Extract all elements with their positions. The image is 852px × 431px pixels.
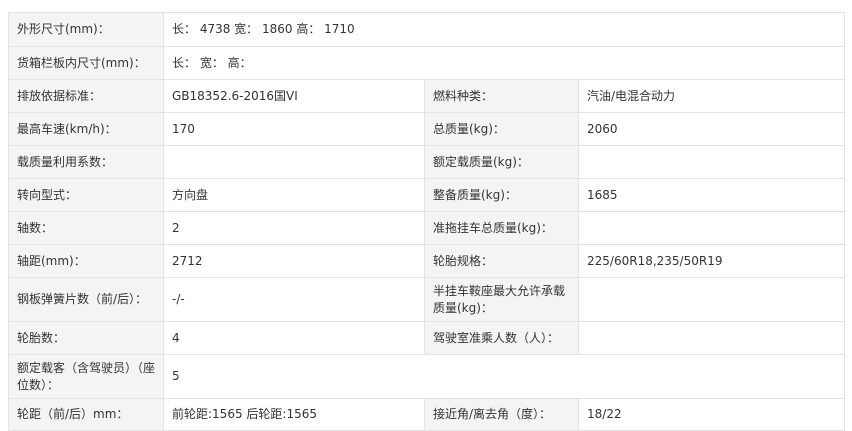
spec-value-max-speed: 170 bbox=[163, 112, 425, 146]
spec-label-rated-load: 额定载质量(kg)： bbox=[424, 145, 579, 179]
spec-value-fuel-type: 汽油/电混合动力 bbox=[577, 79, 846, 113]
spec-label-trailer-mass: 准拖挂车总质量(kg)： bbox=[424, 211, 579, 245]
spec-label-approach-departure: 接近角/离去角（度）： bbox=[424, 398, 579, 431]
spec-value-steering: 方向盘 bbox=[163, 178, 425, 212]
spec-label-track-width: 轮距（前/后）mm： bbox=[8, 398, 164, 431]
table-row: 轴距(mm)： 2712 轮胎规格： 225/60R18,235/50R19 bbox=[8, 244, 846, 278]
spec-value-approach-departure: 18/22 bbox=[577, 398, 846, 431]
spec-value-cab-occupants bbox=[577, 321, 846, 355]
table-row: 轴数： 2 准拖挂车总质量(kg)： bbox=[8, 211, 846, 245]
spec-value-saddle-load bbox=[577, 277, 846, 322]
table-row: 额定载客（含驾驶员）（座位数）： 5 bbox=[8, 354, 846, 399]
table-row: 最高车速(km/h)： 170 总质量(kg)： 2060 bbox=[8, 112, 846, 146]
spec-value-cargo-box: 长： 宽： 高： bbox=[162, 46, 846, 80]
spec-label-axles: 轴数： bbox=[8, 211, 164, 245]
spec-label-emission-standard: 排放依据标准： bbox=[8, 79, 164, 113]
table-row: 载质量利用系数： 额定载质量(kg)： bbox=[8, 145, 846, 179]
spec-label-tire-spec: 轮胎规格： bbox=[424, 244, 579, 278]
table-row: 轮胎数： 4 驾驶室准乘人数（人）： bbox=[8, 321, 846, 355]
spec-label-wheelbase: 轴距(mm)： bbox=[8, 244, 164, 278]
spec-label-max-speed: 最高车速(km/h)： bbox=[8, 112, 164, 146]
spec-value-curb-mass: 1685 bbox=[577, 178, 846, 212]
spec-label-cargo-box: 货箱栏板内尺寸(mm)： bbox=[8, 46, 164, 80]
table-row: 外形尺寸(mm)： 长： 4738 宽： 1860 高： 1710 bbox=[8, 12, 846, 47]
spec-label-seats: 额定载客（含驾驶员）（座位数）： bbox=[8, 354, 164, 399]
table-row: 钢板弹簧片数（前/后）： -/- 半挂车鞍座最大允许承载质量(kg)： bbox=[8, 277, 846, 322]
spec-label-total-mass: 总质量(kg)： bbox=[424, 112, 579, 146]
spec-value-rated-load bbox=[577, 145, 846, 179]
spec-label-cab-occupants: 驾驶室准乘人数（人）： bbox=[424, 321, 579, 355]
spec-value-load-utilization bbox=[163, 145, 425, 179]
spec-label-leaf-springs: 钢板弹簧片数（前/后）： bbox=[8, 277, 164, 322]
table-row: 货箱栏板内尺寸(mm)： 长： 宽： 高： bbox=[8, 46, 846, 80]
spec-label-saddle-load: 半挂车鞍座最大允许承载质量(kg)： bbox=[424, 277, 579, 322]
spec-value-trailer-mass bbox=[577, 211, 846, 245]
table-row: 转向型式： 方向盘 整备质量(kg)： 1685 bbox=[8, 178, 846, 212]
spec-label-fuel-type: 燃料种类： bbox=[424, 79, 579, 113]
spec-label-curb-mass: 整备质量(kg)： bbox=[424, 178, 579, 212]
vehicle-spec-table: 外形尺寸(mm)： 长： 4738 宽： 1860 高： 1710 货箱栏板内尺… bbox=[8, 12, 846, 431]
spec-value-leaf-springs: -/- bbox=[163, 277, 425, 322]
spec-value-dimensions: 长： 4738 宽： 1860 高： 1710 bbox=[162, 12, 846, 47]
spec-value-axles: 2 bbox=[163, 211, 425, 245]
spec-label-dimensions: 外形尺寸(mm)： bbox=[8, 12, 164, 47]
spec-value-seats: 5 bbox=[162, 354, 846, 399]
spec-value-track-width: 前轮距:1565 后轮距:1565 bbox=[163, 398, 425, 431]
spec-value-tire-count: 4 bbox=[163, 321, 425, 355]
spec-label-steering: 转向型式： bbox=[8, 178, 164, 212]
spec-value-tire-spec: 225/60R18,235/50R19 bbox=[577, 244, 846, 278]
spec-label-tire-count: 轮胎数： bbox=[8, 321, 164, 355]
spec-value-wheelbase: 2712 bbox=[163, 244, 425, 278]
spec-label-load-utilization: 载质量利用系数： bbox=[8, 145, 164, 179]
table-row: 排放依据标准： GB18352.6-2016国VI 燃料种类： 汽油/电混合动力 bbox=[8, 79, 846, 113]
spec-value-total-mass: 2060 bbox=[577, 112, 846, 146]
spec-value-emission-standard: GB18352.6-2016国VI bbox=[163, 79, 425, 113]
table-row: 轮距（前/后）mm： 前轮距:1565 后轮距:1565 接近角/离去角（度）：… bbox=[8, 398, 846, 431]
